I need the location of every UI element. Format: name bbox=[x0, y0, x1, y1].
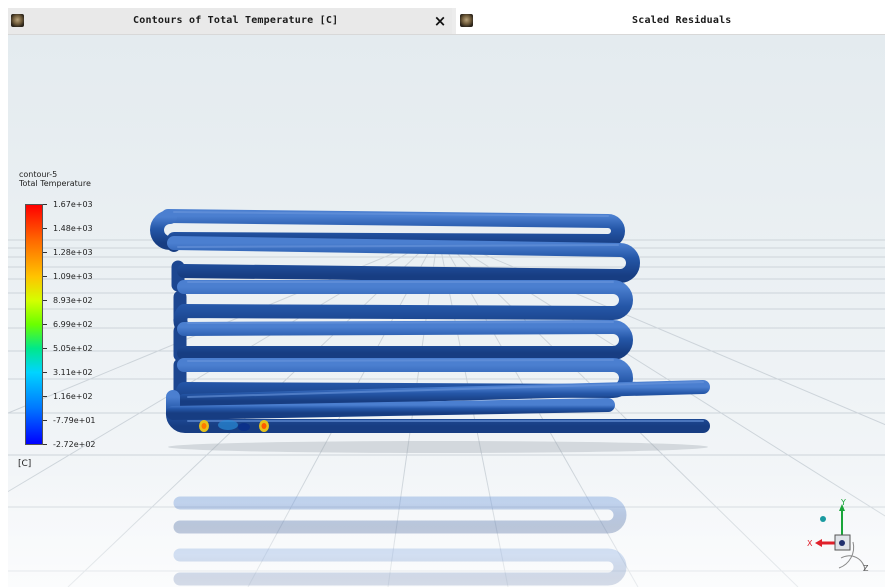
legend-tick bbox=[43, 228, 47, 229]
3d-scene bbox=[8, 209, 885, 587]
close-icon[interactable]: × bbox=[431, 11, 449, 31]
legend-level-label: 1.48e+03 bbox=[53, 224, 93, 233]
axis-triad-graphic bbox=[815, 504, 866, 571]
legend-level-label: 6.99e+02 bbox=[53, 320, 93, 329]
axis-label-y: Y bbox=[841, 498, 846, 507]
legend-tick bbox=[43, 300, 47, 301]
legend-tick bbox=[43, 372, 47, 373]
legend-level-label: 1.28e+03 bbox=[53, 248, 93, 257]
axis-label-x: X bbox=[807, 539, 813, 548]
legend-level-label: 1.09e+03 bbox=[53, 272, 93, 281]
legend-tick bbox=[43, 348, 47, 349]
legend-level-label: 1.16e+02 bbox=[53, 392, 93, 401]
legend-tick bbox=[43, 276, 47, 277]
tab-title-residuals: Scaled Residuals bbox=[632, 15, 732, 26]
tab-title-contours: Contours of Total Temperature [C] bbox=[133, 15, 339, 26]
legend-tick bbox=[43, 204, 47, 205]
fluent-app-icon bbox=[11, 14, 24, 27]
legend-level-label: -2.72e+02 bbox=[53, 440, 96, 449]
tab-scaled-residuals[interactable]: Scaled Residuals bbox=[456, 8, 885, 34]
legend-level-label: 5.05e+02 bbox=[53, 344, 93, 353]
reflection-fade bbox=[8, 465, 885, 587]
legend-tick bbox=[43, 324, 47, 325]
legend-level-label: 3.11e+02 bbox=[53, 368, 93, 377]
legend-tick bbox=[43, 252, 47, 253]
graphics-tab-bar: Contours of Total Temperature [C] × Scal… bbox=[8, 8, 885, 35]
legend-level-label: -7.79e+01 bbox=[53, 416, 96, 425]
fluent-app-icon bbox=[460, 14, 473, 27]
axis-triad[interactable]: Y X Z bbox=[805, 498, 883, 586]
graphics-viewport[interactable]: contour-5 Total Temperature 1.67e+03 1.4… bbox=[8, 35, 885, 587]
legend-tick bbox=[43, 396, 47, 397]
legend-tick bbox=[43, 444, 47, 445]
legend-level-label: 8.93e+02 bbox=[53, 296, 93, 305]
legend-variable: Total Temperature bbox=[19, 179, 91, 188]
legend-unit: [C] bbox=[18, 459, 32, 469]
axis-label-z: Z bbox=[863, 564, 869, 573]
floor-shadow bbox=[168, 441, 708, 453]
tab-contours[interactable]: Contours of Total Temperature [C] × bbox=[8, 8, 452, 34]
colormap-bar bbox=[25, 204, 43, 445]
legend-tick bbox=[43, 420, 47, 421]
legend-name: contour-5 bbox=[19, 170, 58, 179]
fluent-graphics-window: Contours of Total Temperature [C] × Scal… bbox=[0, 0, 885, 587]
legend-level-label: 1.67e+03 bbox=[53, 200, 93, 209]
coil-geometry bbox=[150, 209, 710, 434]
